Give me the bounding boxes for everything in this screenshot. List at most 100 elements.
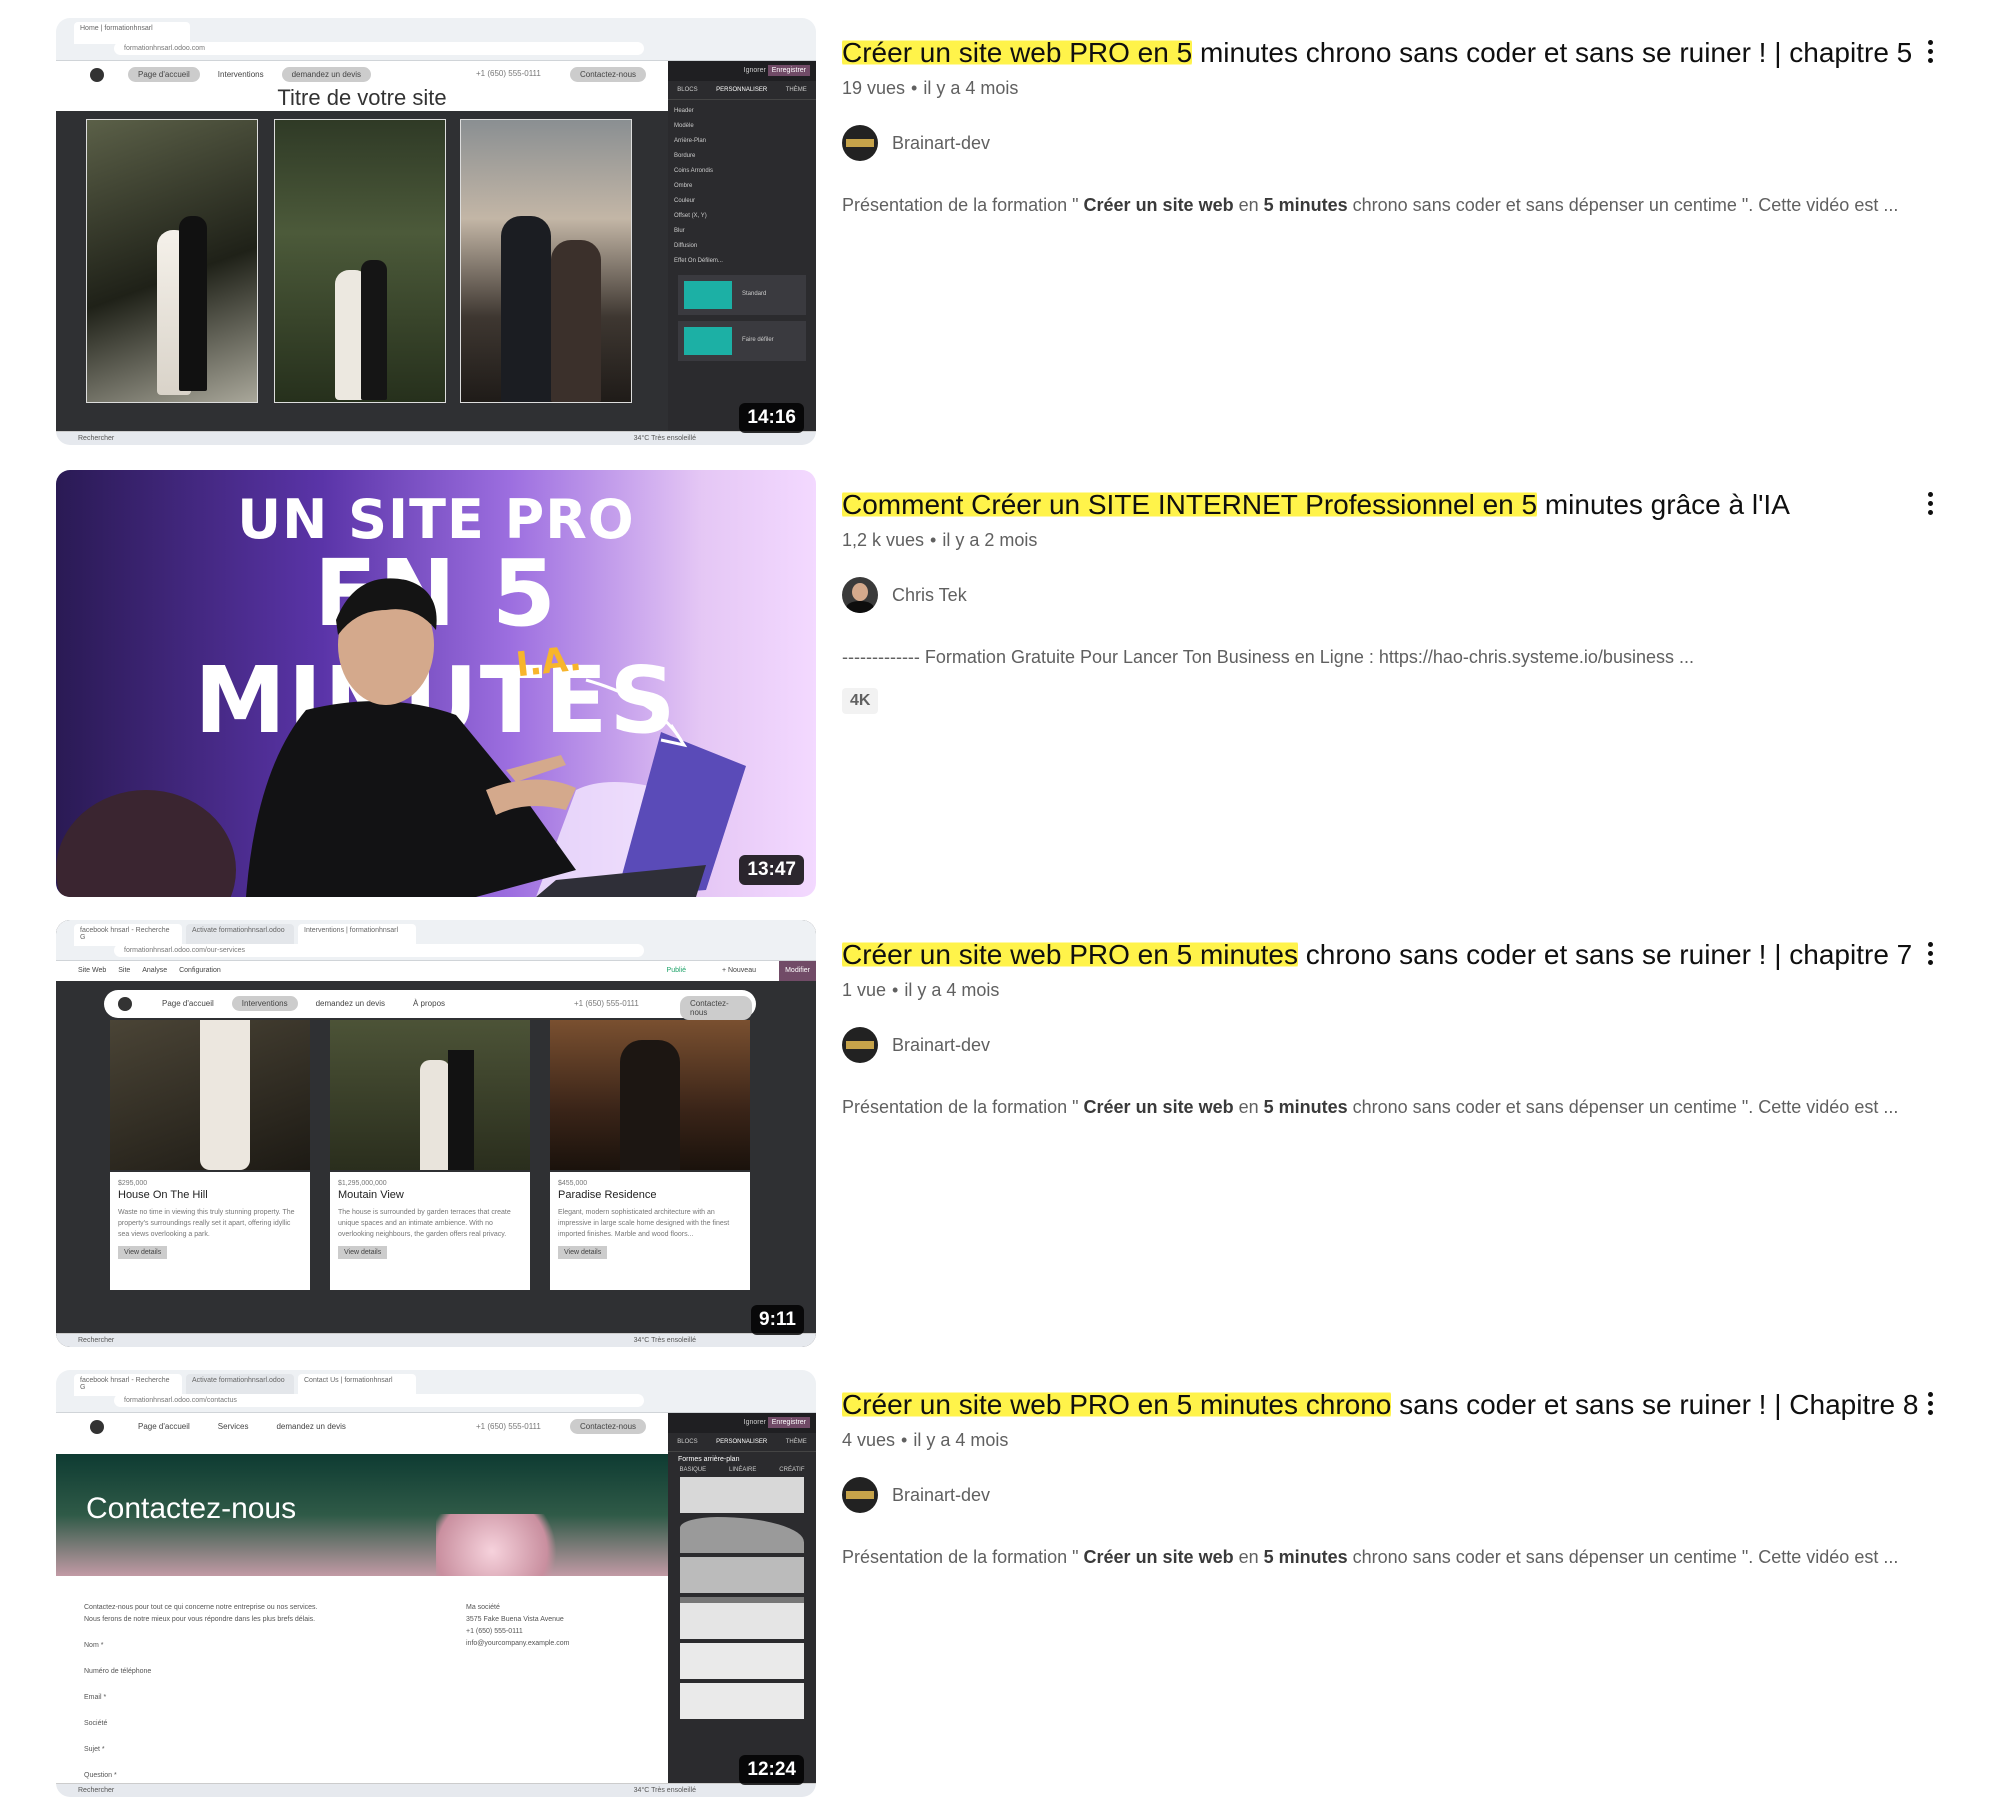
channel-link[interactable]: Brainart-dev	[842, 125, 1902, 161]
view-count: 19 vues	[842, 78, 906, 98]
upload-age: il y a 4 mois	[923, 78, 1019, 98]
template-preview: Faire défiler	[678, 321, 806, 361]
property-card: $1,295,000,000 Moutain View The house is…	[330, 1172, 530, 1290]
gallery-photo	[274, 119, 446, 403]
nav-item: Page d'accueil	[128, 67, 200, 82]
video-title[interactable]: Comment Créer un SITE INTERNET Professio…	[842, 486, 1902, 524]
property-photo	[330, 1020, 530, 1170]
video-info: Créer un site web PRO en 5 minutes chron…	[842, 920, 1912, 1118]
video-info: Comment Créer un SITE INTERNET Professio…	[842, 470, 1902, 714]
browser-tab: Contact Us | formationhnsarl	[298, 1374, 416, 1396]
browser-tab: facebook hnsarl - Recherche G	[74, 924, 182, 946]
video-result[interactable]: Home | formationhnsarl formationhnsarl.o…	[0, 18, 2002, 448]
more-options-icon[interactable]	[1918, 36, 1942, 76]
odoo-bar: Site Web Site Analyse Configuration Publ…	[56, 961, 816, 981]
video-result[interactable]: facebook hnsarl - Recherche G Activate f…	[0, 920, 2002, 1350]
video-thumbnail[interactable]: UN SITE PRO EN 5 MINUTES I.A. 13:47	[56, 470, 816, 897]
upload-age: il y a 2 mois	[942, 530, 1038, 550]
video-thumbnail[interactable]: facebook hnsarl - Recherche G Activate f…	[56, 920, 816, 1347]
video-title[interactable]: Créer un site web PRO en 5 minutes chron…	[842, 936, 1912, 974]
channel-link[interactable]: Brainart-dev	[842, 1027, 1902, 1063]
channel-avatar[interactable]	[842, 577, 878, 613]
video-title[interactable]: Créer un site web PRO en 5 minutes chron…	[842, 34, 1912, 72]
more-options-icon[interactable]	[1918, 938, 1942, 978]
thumbnail-illustration	[56, 578, 746, 897]
upload-age: il y a 4 mois	[913, 1430, 1009, 1450]
save-button: Enregistrer	[767, 65, 810, 76]
browser-tab: Activate formationhnsarl.odoo	[186, 924, 294, 946]
address-bar: formationhnsarl.odoo.com	[114, 42, 644, 55]
hero-banner: Contactez-nous	[56, 1454, 668, 1576]
channel-link[interactable]: Brainart-dev	[842, 1477, 1902, 1513]
video-meta: 1 vue • il y a 4 mois	[842, 980, 1000, 1000]
video-description: ------------- Formation Gratuite Pour La…	[842, 647, 1694, 667]
view-count: 4 vues	[842, 1430, 896, 1450]
video-meta: 1,2 k vues • il y a 2 mois	[842, 530, 1038, 550]
property-card: $295,000 House On The Hill Waste no time…	[110, 1172, 310, 1290]
logo-icon	[118, 997, 132, 1011]
video-description: Présentation de la formation " Créer un …	[842, 195, 1899, 215]
template-preview: Standard	[678, 275, 806, 315]
view-count: 1,2 k vues	[842, 530, 925, 550]
contact-form: Contactez-nous pour tout ce qui concerne…	[84, 1604, 318, 1779]
logo-icon	[90, 68, 104, 82]
panel-options: Header Modèle Arrière-Plan Bordure Coins…	[674, 108, 723, 264]
video-title[interactable]: Créer un site web PRO en 5 minutes chron…	[842, 1386, 1918, 1424]
cta-button: Contactez-nous	[570, 67, 647, 82]
channel-avatar[interactable]	[842, 1027, 878, 1063]
channel-name[interactable]: Brainart-dev	[892, 133, 990, 154]
channel-name[interactable]: Brainart-dev	[892, 1035, 990, 1056]
property-photo	[550, 1020, 750, 1170]
ignore-button: Ignorer	[743, 67, 766, 74]
quality-badge: 4K	[842, 688, 879, 714]
browser-tab: Home | formationhnsarl	[74, 22, 190, 44]
video-thumbnail[interactable]: Home | formationhnsarl formationhnsarl.o…	[56, 18, 816, 445]
channel-link[interactable]: Chris Tek	[842, 577, 1902, 613]
channel-avatar[interactable]	[842, 125, 878, 161]
logo-icon	[90, 1420, 104, 1434]
video-description: Présentation de la formation " Créer un …	[842, 1097, 1899, 1117]
upload-age: il y a 4 mois	[904, 980, 1000, 1000]
duration-badge: 9:11	[751, 1305, 804, 1335]
channel-name[interactable]: Chris Tek	[892, 585, 967, 606]
gallery-photo	[86, 119, 258, 403]
panel-tabs: BLOCS PERSONNALISER THÈME	[668, 81, 816, 100]
duration-badge: 14:16	[739, 403, 804, 433]
channel-name[interactable]: Brainart-dev	[892, 1485, 990, 1506]
taskbar: Rechercher 34°C Très ensoleillé	[56, 1783, 816, 1797]
site-nav: Page d'accueil Interventions demandez un d…	[104, 990, 756, 1020]
video-thumbnail[interactable]: facebook hnsarl - Recherche G Activate f…	[56, 1370, 816, 1797]
address-bar: formationhnsarl.odoo.com/our-services	[114, 944, 644, 957]
address-bar: formationhnsarl.odoo.com/contactus	[114, 1394, 644, 1407]
video-info: Créer un site web PRO en 5 minutes chron…	[842, 18, 1912, 216]
property-card: $455,000 Paradise Residence Elegant, mod…	[550, 1172, 750, 1290]
video-meta: 19 vues • il y a 4 mois	[842, 78, 1019, 98]
browser-chrome: Home | formationhnsarl formationhnsarl.o…	[56, 18, 816, 61]
browser-chrome: facebook hnsarl - Recherche G Activate f…	[56, 1370, 816, 1413]
editor-panel: Ignorer Enregistrer BLOCS PERSONNALISER TH…	[668, 61, 816, 431]
hero-title: Contactez-nous	[86, 1492, 297, 1525]
nav-item: Interventions	[217, 70, 264, 79]
more-options-icon[interactable]	[1918, 488, 1942, 528]
gallery	[56, 111, 668, 431]
more-options-icon[interactable]	[1918, 1388, 1942, 1428]
video-meta: 4 vues • il y a 4 mois	[842, 1430, 1009, 1450]
video-info: Créer un site web PRO en 5 minutes chron…	[842, 1370, 1918, 1568]
channel-avatar[interactable]	[842, 1477, 878, 1513]
site-nav: Page d'accueil Services demandez un devis …	[56, 1413, 666, 1441]
duration-badge: 12:24	[739, 1755, 804, 1785]
site-heading: Titre de votre site	[56, 89, 668, 111]
property-photo	[110, 1020, 310, 1170]
company-info: Ma société 3575 Fake Buena Vista Avenue …	[466, 1604, 570, 1647]
video-description: Présentation de la formation " Créer un …	[842, 1547, 1899, 1567]
view-count: 1 vue	[842, 980, 887, 1000]
video-result[interactable]: UN SITE PRO EN 5 MINUTES I.A. 13:47 Comm…	[0, 470, 2002, 900]
site-nav: Page d'accueil Interventions demandez un d…	[56, 61, 666, 89]
duration-badge: 13:47	[739, 855, 804, 885]
browser-tab: Activate formationhnsarl.odoo	[186, 1374, 294, 1396]
video-result[interactable]: facebook hnsarl - Recherche G Activate f…	[0, 1370, 2002, 1800]
taskbar: Rechercher 34°C Très ensoleillé	[56, 1333, 816, 1347]
gallery-photo	[460, 119, 632, 403]
browser-tab: facebook hnsarl - Recherche G	[74, 1374, 182, 1396]
browser-chrome: facebook hnsarl - Recherche G Activate f…	[56, 920, 816, 961]
